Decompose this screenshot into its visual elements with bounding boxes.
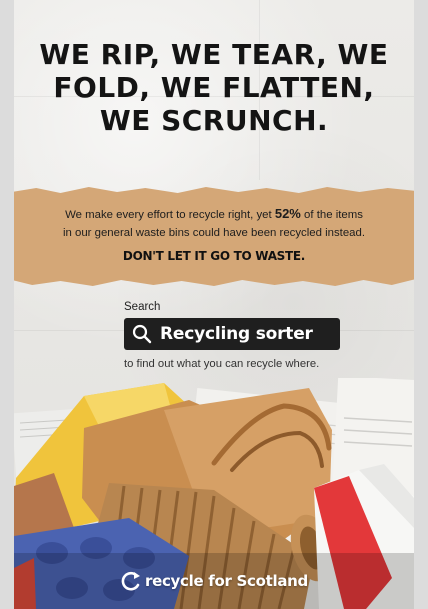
headline: WE RIP, WE TEAR, WE FOLD, WE FLATTEN, WE… [14, 38, 414, 137]
tagline: DON'T LET IT GO TO WASTE. [122, 249, 306, 263]
headline-line-1: WE RIP, WE TEAR, WE [39, 38, 389, 71]
magnifier-icon [132, 324, 152, 344]
strip-line-1-end: of the items [300, 209, 363, 221]
headline-line-2: FOLD, WE FLATTEN, [53, 71, 375, 104]
search-caption: to find out what you can recycle where. [124, 358, 320, 370]
strip-line-2: in our general waste bins could have bee… [62, 227, 366, 239]
headline-line-3: WE SCRUNCH. [99, 104, 329, 137]
logo-text: recycle for Scotland [145, 572, 308, 590]
search-label: Search [124, 301, 161, 313]
recycle-arrow-icon [121, 571, 140, 591]
search-button-text: Recycling sorter [160, 324, 313, 344]
stat-highlight: 52% [274, 206, 301, 221]
poster: WE RIP, WE TEAR, WE FOLD, WE FLATTEN, WE… [14, 0, 414, 609]
strip-line-1: We make every effort to recycle right, y… [14, 205, 414, 224]
recycling-sorter-search[interactable]: Recycling sorter [124, 318, 340, 350]
strip-line-1-start: We make every effort to recycle right, y… [65, 209, 275, 221]
recycle-for-scotland-logo[interactable]: recycle for Scotland [14, 570, 414, 592]
strip-message: We make every effort to recycle right, y… [14, 205, 414, 242]
